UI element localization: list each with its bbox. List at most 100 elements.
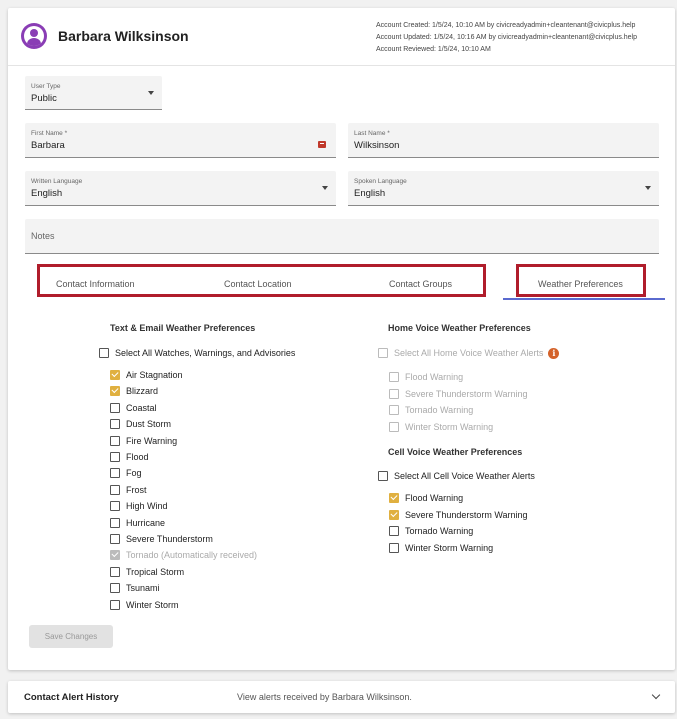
active-tab-indicator (503, 298, 665, 300)
checkbox-item[interactable]: Coastal (110, 401, 157, 415)
checkbox-item[interactable]: Tornado Warning (389, 403, 473, 417)
notes-label: Notes (31, 231, 55, 241)
checkbox-label: Winter Storm Warning (405, 421, 494, 432)
checkbox[interactable] (110, 501, 120, 512)
checkbox[interactable] (389, 388, 399, 399)
checkbox-item[interactable]: Flood (110, 450, 149, 464)
spoken-language-select[interactable]: Spoken Language English (348, 171, 659, 206)
checkbox-item[interactable]: Flood Warning (389, 370, 463, 384)
checkbox-label: Winter Storm (126, 599, 179, 610)
checkbox-item[interactable]: Dust Storm (110, 417, 171, 431)
chevron-down-icon[interactable] (651, 690, 661, 700)
checkbox-item[interactable]: Frost (110, 483, 147, 497)
checkbox[interactable] (110, 468, 120, 479)
checkbox-label: Tornado Warning (405, 526, 474, 536)
checkbox[interactable] (110, 566, 120, 577)
contact-alert-history-panel[interactable]: Contact Alert History View alerts receiv… (8, 681, 675, 713)
checkbox-item[interactable]: Severe Thunderstorm (110, 532, 213, 546)
checkbox-item[interactable]: Winter Storm Warning (389, 541, 493, 555)
checkbox-label: Blizzard (126, 386, 159, 397)
checkbox-item[interactable]: High Wind (110, 499, 168, 513)
checkbox-label: Air Stagnation (126, 370, 183, 380)
checkbox[interactable] (378, 348, 388, 358)
checkbox[interactable] (389, 421, 399, 432)
checkbox-label: Dust Storm (126, 419, 172, 430)
user-type-label: User Type (31, 83, 61, 90)
select-all-home-voice[interactable]: Select All Home Voice Weather Alerts i (378, 346, 560, 360)
autofill-icon[interactable] (318, 141, 326, 148)
checkbox-item[interactable]: Fire Warning (110, 434, 177, 448)
select-all-label: Select All Home Voice Weather Alerts (394, 348, 544, 358)
written-language-select[interactable]: Written Language English (25, 171, 336, 206)
checked-checkbox[interactable] (110, 550, 120, 561)
checkbox-item[interactable]: Blizzard (110, 384, 158, 398)
select-all-cell-voice[interactable]: Select All Cell Voice Weather Alerts (378, 469, 535, 483)
checkbox-label: Flood Warning (405, 493, 464, 503)
checkbox[interactable] (110, 452, 120, 462)
checkbox-item[interactable]: Tornado (Automatically received) (110, 548, 257, 562)
notes-field[interactable]: Notes (25, 219, 659, 254)
account-created: Account Created: 1/5/24, 10:10 AM by civ… (376, 22, 636, 29)
user-type-select[interactable]: User Type Public (25, 76, 162, 110)
checkbox-label: Hurricane (126, 517, 166, 528)
last-name-label: Last Name * (354, 130, 390, 137)
checkbox-item[interactable]: Air Stagnation (110, 368, 183, 382)
tab-weather-preferences[interactable]: Weather Preferences (538, 279, 623, 289)
tab-contact-location[interactable]: Contact Location (224, 279, 292, 289)
checkbox[interactable] (389, 542, 399, 553)
checkbox-item[interactable]: Tropical Storm (110, 565, 184, 579)
checkbox-label: Fog (126, 468, 142, 479)
save-changes-button[interactable]: Save Changes (29, 625, 113, 648)
info-icon[interactable]: i (548, 347, 560, 359)
checkbox-label: Winter Storm Warning (405, 542, 494, 553)
checked-checkbox[interactable] (389, 509, 399, 520)
last-name-field[interactable]: Last Name * Wilksinson (348, 123, 659, 158)
account-updated: Account Updated: 1/5/24, 10:16 AM by civ… (376, 34, 638, 41)
first-name-field[interactable]: First Name * Barbara (25, 123, 336, 158)
user-avatar-icon (21, 23, 47, 49)
checkbox[interactable] (110, 484, 120, 495)
select-all-text-email[interactable]: Select All Watches, Warnings, and Adviso… (99, 346, 295, 360)
checkbox-label: Severe Thunderstorm Warning (405, 509, 528, 520)
checkbox[interactable] (110, 534, 120, 544)
account-reviewed: Account Reviewed: 1/5/24, 10:10 AM (376, 46, 491, 53)
checked-checkbox[interactable] (110, 386, 120, 397)
chevron-down-icon (322, 186, 328, 190)
checkbox-item[interactable]: Winter Storm Warning (389, 420, 493, 434)
checkbox[interactable] (378, 471, 388, 481)
select-all-label: Select All Cell Voice Weather Alerts (394, 471, 535, 481)
checkbox[interactable] (110, 583, 120, 594)
checkbox-label: Tornado Warning (405, 405, 474, 415)
checkbox-item[interactable]: Fog (110, 466, 142, 480)
first-name-label: First Name * (31, 130, 68, 137)
checkbox[interactable] (389, 405, 399, 415)
written-language-label: Written Language (31, 178, 83, 185)
checkbox-item[interactable]: Hurricane (110, 516, 165, 530)
checkbox-label: Severe Thunderstorm Warning (405, 388, 528, 399)
checkbox-item[interactable]: Winter Storm (110, 598, 179, 612)
last-name-value: Wilksinson (354, 140, 400, 151)
tab-contact-information[interactable]: Contact Information (56, 279, 135, 289)
checkbox-item[interactable]: Severe Thunderstorm Warning (389, 508, 528, 522)
checkbox[interactable] (110, 517, 120, 528)
checkbox-item[interactable]: Flood Warning (389, 491, 463, 505)
checkbox[interactable] (110, 435, 120, 446)
cell-voice-title: Cell Voice Weather Preferences (388, 447, 523, 457)
checked-checkbox[interactable] (389, 493, 399, 503)
checkbox-label: Tsunami (126, 583, 160, 594)
checkbox[interactable] (389, 526, 399, 536)
checked-checkbox[interactable] (110, 370, 120, 380)
checkbox[interactable] (99, 348, 109, 358)
checkbox-item[interactable]: Severe Thunderstorm Warning (389, 387, 528, 401)
checkbox[interactable] (110, 599, 120, 610)
checkbox-item[interactable]: Tsunami (110, 581, 160, 595)
select-all-label: Select All Watches, Warnings, and Adviso… (115, 348, 296, 358)
tab-contact-groups[interactable]: Contact Groups (389, 279, 452, 289)
contact-name: Barbara Wilksinson (58, 28, 189, 44)
checkbox-label: Flood (126, 452, 149, 462)
checkbox[interactable] (389, 372, 399, 382)
contact-header: Barbara Wilksinson Account Created: 1/5/… (8, 8, 675, 66)
checkbox[interactable] (110, 402, 120, 413)
checkbox-item[interactable]: Tornado Warning (389, 524, 473, 538)
checkbox[interactable] (110, 419, 120, 430)
